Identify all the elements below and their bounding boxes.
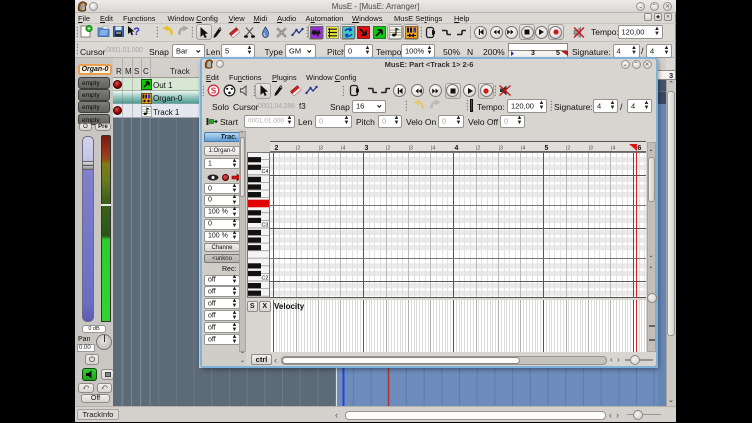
svg-text:|2: |2 [476,146,481,152]
svg-text:|3: |3 [409,146,414,152]
svg-text:6: 6 [638,145,642,152]
svg-text:3: 3 [365,145,369,152]
svg-text:|3: |3 [589,146,594,152]
svg-text:|3: |3 [499,146,504,152]
svg-text:5: 5 [545,145,549,152]
svg-text:|4: |4 [341,146,346,152]
svg-text:|4: |4 [521,146,526,152]
svg-text:|2: |2 [296,146,301,152]
svg-text:?: ? [133,26,140,38]
svg-text:|4: |4 [431,146,436,152]
svg-text:|4: |4 [611,146,616,152]
svg-text:|2: |2 [566,146,571,152]
svg-text:4: 4 [455,145,459,152]
svg-text:C4: C4 [262,169,269,175]
svg-text:2: 2 [275,145,279,152]
svg-text:|2: |2 [386,146,391,152]
svg-text:C3: C3 [262,222,269,228]
svg-text:S: S [210,86,216,95]
svg-text:|3: |3 [319,146,324,152]
svg-text:C2: C2 [262,275,269,281]
